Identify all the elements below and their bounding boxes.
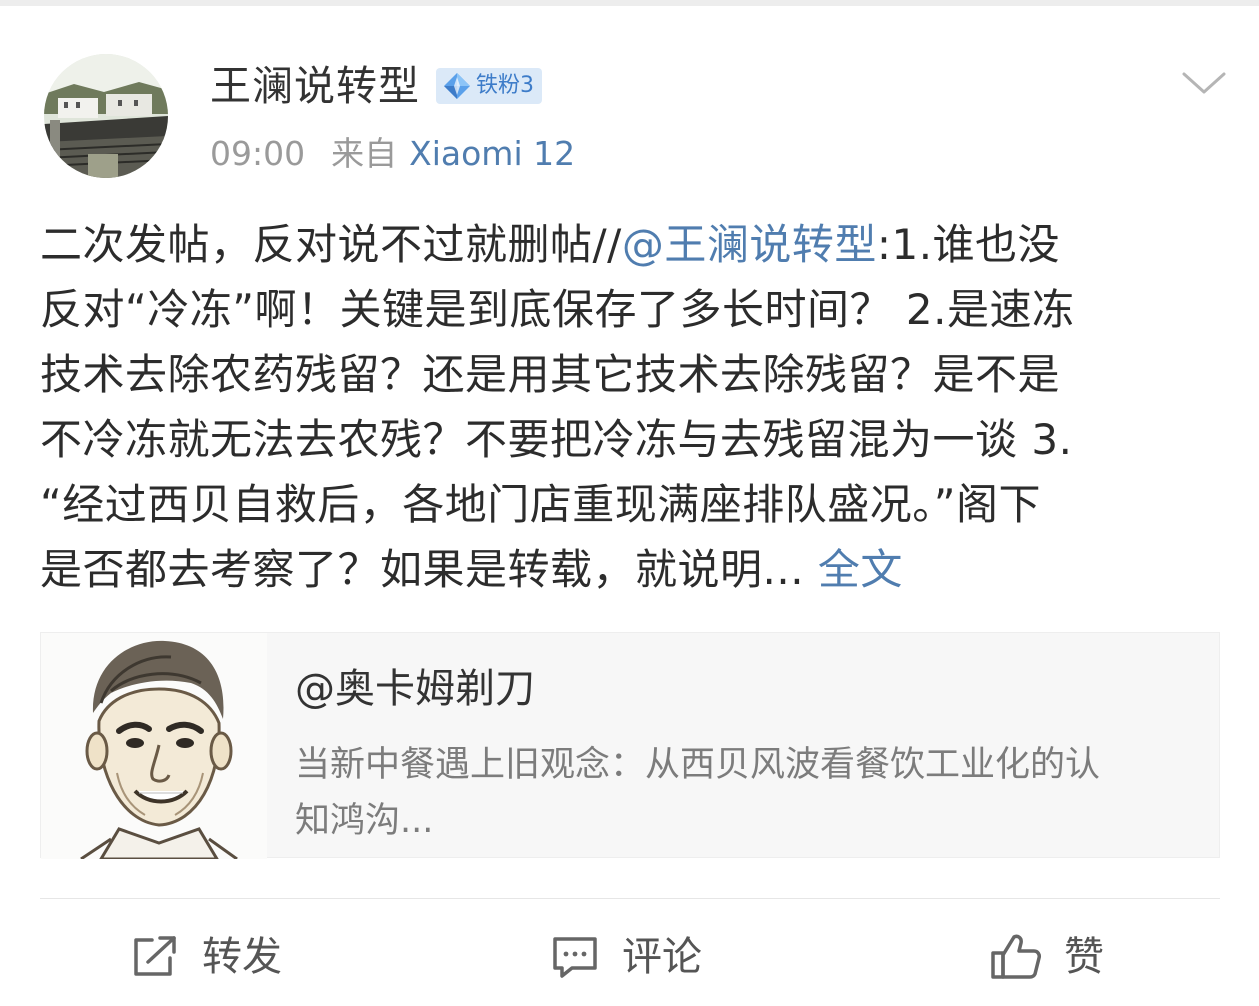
weibo-post-page: 王澜说转型 铁粉3 09:00 来自 Xiaomi 12 二次发帖，反对说不过就… xyxy=(0,0,1259,1006)
post-text-line: 是否都去考察了？如果是转载，就说明... 全文 xyxy=(40,537,1225,602)
post-text-line: 二次发帖，反对说不过就删帖//@王澜说转型:1.谁也没 xyxy=(40,212,1225,277)
author-name[interactable]: 王澜说转型 xyxy=(210,60,420,112)
full-text-link[interactable]: 全文 xyxy=(818,545,903,594)
post-text-segment: :1.谁也没 xyxy=(876,220,1061,269)
comment-button[interactable]: 评论 xyxy=(550,924,702,990)
fan-badge-label: 铁粉3 xyxy=(476,73,534,98)
source-prefix: 来自 xyxy=(331,134,398,173)
diamond-icon xyxy=(444,73,470,99)
repost-label: 转发 xyxy=(202,934,282,980)
post-text-line: 不冷冻就无法去农残？不要把冷冻与去残留混为一谈 3. xyxy=(40,415,1073,464)
thumbs-up-icon xyxy=(991,934,1041,979)
card-summary-line: 当新中餐遇上旧观念：从西贝风波看餐饮工业化的认 xyxy=(295,745,1101,785)
post-text: 二次发帖，反对说不过就删帖//@王澜说转型:1.谁也没 反对“冷冻”啊！关键是到… xyxy=(40,212,1225,602)
comment-icon xyxy=(553,937,597,978)
like-button[interactable]: 赞 xyxy=(990,924,1104,990)
post-text-line: 技术去除农药残留？还是用其它技术去除残留？是不是 xyxy=(40,350,1061,399)
share-icon xyxy=(134,936,176,976)
source-device-link[interactable]: Xiaomi 12 xyxy=(409,130,575,178)
card-thumbnail xyxy=(41,633,267,859)
fan-badge[interactable]: 铁粉3 xyxy=(436,68,542,104)
card-summary-line: 知鸿沟... xyxy=(295,801,434,841)
post-text-line: “经过西贝自救后，各地门店重现满座排队盛况。”阁下 xyxy=(40,480,1042,529)
shared-article-card[interactable]: @奥卡姆剃刀 当新中餐遇上旧观念：从西贝风波看餐饮工业化的认 知鸿沟... xyxy=(40,632,1220,859)
card-summary: 当新中餐遇上旧观念：从西贝风波看餐饮工业化的认 知鸿沟... xyxy=(295,737,1195,849)
mention-link[interactable]: @王澜说转型 xyxy=(622,220,877,269)
top-separator xyxy=(0,0,1259,6)
repost-button[interactable]: 转发 xyxy=(130,924,282,990)
post-text-segment: 二次发帖，反对说不过就删帖// xyxy=(40,220,622,269)
like-label: 赞 xyxy=(1064,934,1104,980)
post-text-segment: 是否都去考察了？如果是转载，就说明... xyxy=(40,545,805,594)
chevron-down-icon[interactable] xyxy=(1180,66,1228,100)
post-text-line: 反对“冷冻”啊！关键是到底保存了多长时间？ 2.是速冻 xyxy=(40,285,1075,334)
avatar-photo xyxy=(44,54,168,178)
author-row: 王澜说转型 铁粉3 xyxy=(210,58,542,114)
caricature-portrait xyxy=(41,633,267,859)
author-avatar[interactable] xyxy=(44,54,168,178)
comment-label: 评论 xyxy=(622,934,702,980)
post-time: 09:00 xyxy=(210,134,306,173)
card-title: @奥卡姆剃刀 xyxy=(295,666,535,712)
post-meta: 09:00 来自 Xiaomi 12 xyxy=(210,130,575,178)
action-divider xyxy=(40,898,1220,899)
